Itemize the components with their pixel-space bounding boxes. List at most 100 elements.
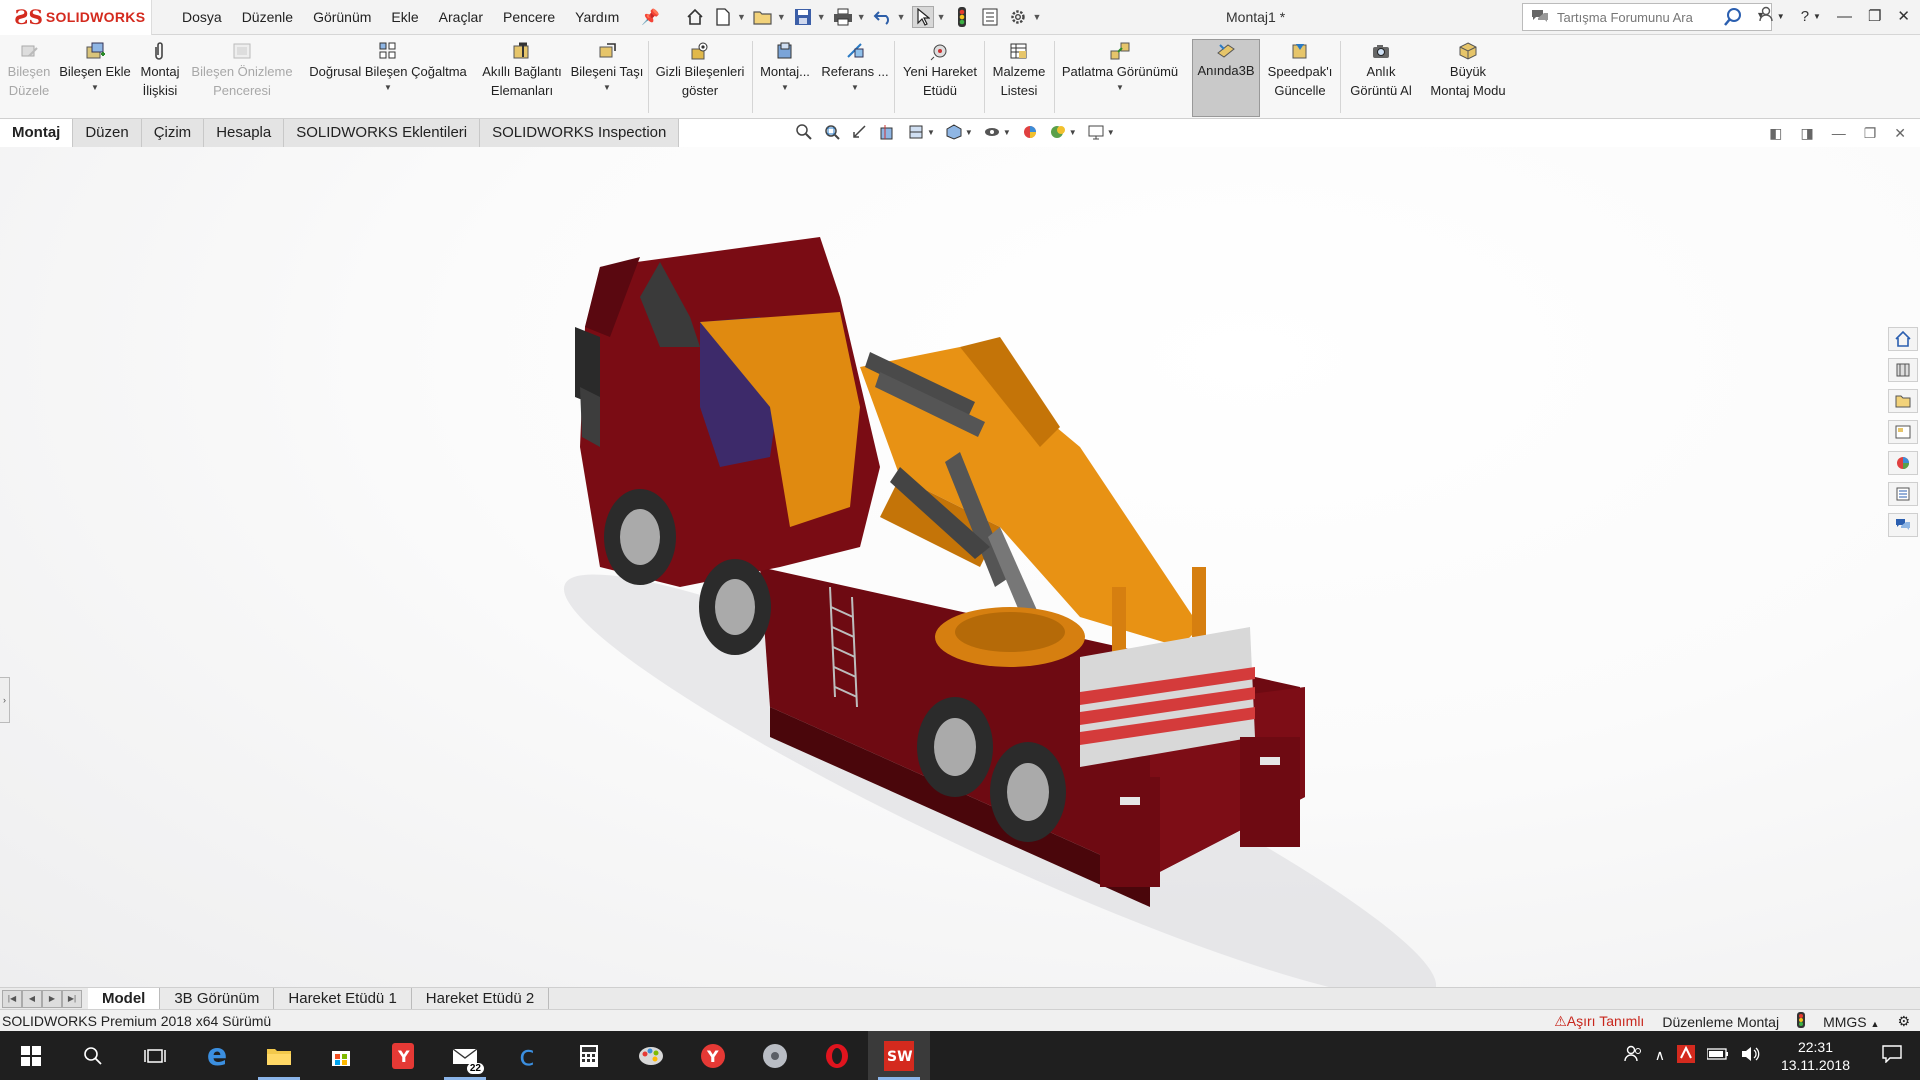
save-dropdown-icon[interactable]: ▼ [817, 12, 826, 22]
linear-pattern-button[interactable]: Doğrusal Bileşen Çoğaltma ▼ [304, 41, 472, 115]
volume-icon[interactable] [1741, 1045, 1761, 1066]
menu-tools[interactable]: Araçlar [429, 9, 493, 25]
custom-properties-icon[interactable] [1888, 482, 1918, 506]
new-motion-study-button[interactable]: Yeni Hareket Etüdü [898, 41, 982, 115]
first-tab-arrow-icon[interactable]: |◀ [2, 989, 22, 1008]
viewport-tile-right-icon[interactable]: ◨ [1800, 125, 1813, 142]
menu-edit[interactable]: Düzenle [232, 9, 303, 25]
viewport-minimize-icon[interactable]: — [1832, 125, 1846, 142]
minimize-icon[interactable]: — [1837, 8, 1852, 25]
close-icon[interactable]: ✕ [1897, 7, 1910, 25]
pin-icon[interactable]: 📌 [641, 8, 660, 26]
solidworks-logo[interactable]: ƧS SOLIDWORKS [0, 0, 152, 35]
view-orientation-dropdown-icon[interactable]: ▼ [965, 128, 973, 137]
reference-dropdown-icon[interactable]: ▼ [851, 78, 859, 97]
viewport-restore-icon[interactable]: ❐ [1864, 125, 1877, 142]
menu-view[interactable]: Görünüm [303, 9, 381, 25]
show-hidden-components-button[interactable]: Gizli Bileşenleri göster [652, 41, 748, 115]
solidworks-resources-icon[interactable] [1888, 327, 1918, 351]
file-explorer-icon[interactable] [1888, 389, 1918, 413]
display-style-icon[interactable] [983, 123, 1001, 141]
opera-icon[interactable] [806, 1031, 868, 1080]
next-tab-arrow-icon[interactable]: ▶ [42, 989, 62, 1008]
restore-icon[interactable]: ❐ [1868, 7, 1881, 25]
prev-tab-arrow-icon[interactable]: ◀ [22, 989, 42, 1008]
linear-pattern-dropdown-icon[interactable]: ▼ [384, 78, 392, 97]
tow-truck-3d-model[interactable] [0, 147, 1920, 987]
insert-component-dropdown-icon[interactable]: ▼ [91, 78, 99, 97]
eclipse-app-icon[interactable]: ᴄ [496, 1031, 558, 1080]
exploded-view-dropdown-icon[interactable]: ▼ [1116, 78, 1124, 97]
graphics-area[interactable]: › Y Z X [0, 147, 1920, 987]
user-dropdown-icon[interactable]: ▼ [1777, 12, 1785, 21]
open-dropdown-icon[interactable]: ▼ [777, 12, 786, 22]
taskbar-clock[interactable]: 22:31 13.11.2018 [1781, 1038, 1850, 1074]
mate-button[interactable]: Montaj İlişkisi [136, 41, 184, 115]
component-preview-button[interactable]: Bileşen Önizleme Penceresi [190, 41, 294, 115]
menu-file[interactable]: Dosya [172, 9, 232, 25]
appearances-icon[interactable] [1888, 451, 1918, 475]
select-pointer-icon[interactable] [911, 6, 934, 28]
undo-icon[interactable] [872, 6, 894, 28]
tab-sketch[interactable]: Çizim [141, 119, 205, 147]
customize-status-icon[interactable]: ⚙ [1897, 1013, 1910, 1030]
print-icon[interactable] [832, 6, 854, 28]
insert-component-button[interactable]: Bileşen Ekle ▼ [58, 41, 132, 115]
section-view-icon[interactable] [879, 123, 897, 141]
save-icon[interactable] [792, 6, 814, 28]
scene-dropdown-icon[interactable]: ▼ [1107, 128, 1115, 137]
people-icon[interactable] [1623, 1044, 1643, 1067]
forum-icon[interactable] [1888, 513, 1918, 537]
store-icon[interactable] [310, 1031, 372, 1080]
help-icon[interactable]: ? [1801, 8, 1809, 25]
tab-inspection[interactable]: SOLIDWORKS Inspection [480, 119, 680, 147]
help-dropdown-icon[interactable]: ▼ [1813, 12, 1821, 21]
yandex-browser-icon[interactable]: Y [682, 1031, 744, 1080]
speedpak-update-button[interactable]: Speedpak'ı Güncelle [1264, 41, 1336, 115]
new-document-icon[interactable] [712, 6, 734, 28]
mail-icon[interactable]: 22 [434, 1031, 496, 1080]
tab-layout[interactable]: Düzen [73, 119, 142, 147]
annotation-dropdown-icon[interactable]: ▼ [927, 128, 935, 137]
tab-evaluate[interactable]: Hesapla [204, 119, 285, 147]
assembly-features-button[interactable]: Montaj... ▼ [756, 41, 814, 115]
new-dropdown-icon[interactable]: ▼ [737, 12, 746, 22]
edit-appearance-icon[interactable] [1049, 123, 1067, 141]
menu-help[interactable]: Yardım [565, 9, 629, 25]
print-dropdown-icon[interactable]: ▼ [857, 12, 866, 22]
smart-fasteners-button[interactable]: Akıllı Bağlantı Elemanları [476, 41, 568, 115]
tab-3d-view[interactable]: 3B Görünüm [160, 987, 275, 1010]
move-component-dropdown-icon[interactable]: ▼ [603, 78, 611, 97]
home-icon[interactable] [684, 6, 706, 28]
solidworks-taskbar-icon[interactable]: SW [868, 1031, 930, 1080]
appearance-dropdown-icon[interactable]: ▼ [1069, 128, 1077, 137]
action-center-icon[interactable] [1882, 1045, 1902, 1066]
task-view-icon[interactable] [124, 1031, 186, 1080]
take-snapshot-button[interactable]: Anlık Görüntü Al [1344, 41, 1418, 115]
search-taskbar-icon[interactable] [62, 1031, 124, 1080]
open-folder-icon[interactable] [752, 6, 774, 28]
dynamic-annotation-icon[interactable] [907, 123, 925, 141]
options-gear-icon[interactable] [1007, 6, 1029, 28]
tab-assembly[interactable]: Montaj [0, 119, 74, 147]
tab-addins[interactable]: SOLIDWORKS Eklentileri [284, 119, 481, 147]
tab-motion-study-1[interactable]: Hareket Etüdü 1 [274, 987, 412, 1010]
reference-geometry-button[interactable]: Referans ... ▼ [818, 41, 892, 115]
tab-motion-study-2[interactable]: Hareket Etüdü 2 [412, 987, 550, 1010]
view-orientation-icon[interactable] [945, 123, 963, 141]
move-component-button[interactable]: Bileşeni Taşı ▼ [570, 41, 644, 115]
calculator-icon[interactable] [558, 1031, 620, 1080]
options-dropdown-icon[interactable]: ▼ [1032, 12, 1041, 22]
rebuild-status-icon[interactable] [1797, 1012, 1806, 1031]
feature-tree-handle[interactable]: › [0, 677, 10, 723]
overdefined-status[interactable]: ⚠Aşırı Tanımlı [1554, 1013, 1644, 1030]
rebuild-traffic-light-icon[interactable] [951, 6, 973, 28]
select-dropdown-icon[interactable]: ▼ [937, 12, 946, 22]
yandex-icon[interactable]: Y [372, 1031, 434, 1080]
apply-scene-icon[interactable] [1087, 123, 1105, 141]
units-selector[interactable]: MMGS ▲ [1823, 1014, 1879, 1030]
last-tab-arrow-icon[interactable]: ▶| [62, 989, 82, 1008]
file-properties-icon[interactable] [979, 6, 1001, 28]
hide-show-items-icon[interactable] [1021, 123, 1039, 141]
forum-search-box[interactable]: Tartışma Forumunu Ara ▼ [1522, 3, 1772, 31]
